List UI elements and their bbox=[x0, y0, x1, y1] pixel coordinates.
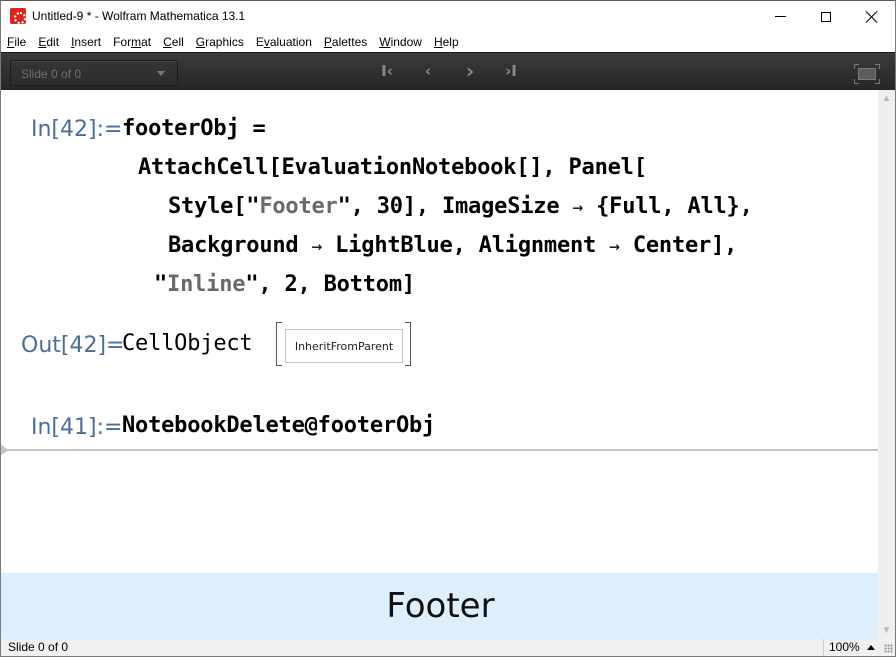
menu-label: ile bbox=[14, 35, 27, 49]
cell-object-box[interactable]: InheritFromParent bbox=[285, 329, 403, 363]
chevron-left-icon: ‹ bbox=[424, 62, 432, 80]
cell-insertion-line[interactable] bbox=[7, 449, 878, 451]
resize-grip-icon[interactable] bbox=[884, 644, 893, 653]
input-cell-42-line-3[interactable]: Style["Footer", 30], ImageSize → {Full, … bbox=[168, 194, 753, 219]
input-cell-42-line-1[interactable]: footerObj = bbox=[122, 116, 266, 141]
close-button[interactable] bbox=[849, 1, 895, 32]
left-bracket bbox=[276, 322, 282, 366]
menu-graphics[interactable]: Graphics bbox=[196, 35, 244, 49]
menu-label: nsert bbox=[74, 35, 102, 49]
menu-label: raphics bbox=[205, 35, 244, 49]
input-cell-42-line-2[interactable]: AttachCell[EvaluationNotebook[], Panel[ bbox=[138, 155, 647, 180]
menu-label: at bbox=[141, 35, 152, 49]
title-bar: Untitled-9 * - Wolfram Mathematica 13.1 bbox=[1, 1, 895, 32]
chevron-right-icon: › bbox=[465, 59, 475, 83]
menu-label: alettes bbox=[331, 35, 368, 49]
status-divider bbox=[823, 639, 824, 656]
minimize-icon bbox=[774, 16, 786, 17]
previous-slide-button[interactable]: ‹ bbox=[417, 60, 439, 82]
minimize-button[interactable] bbox=[757, 1, 803, 32]
menu-mnemonic: P bbox=[323, 35, 332, 49]
chevron-down-icon bbox=[157, 71, 165, 76]
menu-label: aluation bbox=[269, 35, 312, 49]
menu-label: For bbox=[113, 35, 132, 49]
first-slide-button[interactable]: I‹ bbox=[376, 60, 398, 82]
output-cell-object-head[interactable]: CellObject bbox=[122, 331, 253, 356]
right-bracket bbox=[405, 322, 411, 366]
last-slide-button[interactable]: ›I bbox=[500, 60, 522, 82]
footer-text: Footer bbox=[386, 586, 495, 626]
scroll-down-icon[interactable]: ▼ bbox=[878, 622, 895, 639]
scroll-up-icon[interactable]: ▲ bbox=[878, 90, 895, 107]
menu-evaluation[interactable]: Evaluation bbox=[256, 35, 312, 49]
menu-label: elp bbox=[442, 35, 459, 49]
status-slide-text: Slide 0 of 0 bbox=[8, 640, 69, 654]
wolfram-spikey-icon bbox=[10, 8, 26, 24]
fullscreen-button[interactable] bbox=[854, 64, 880, 84]
menu-mnemonic: W bbox=[379, 35, 391, 49]
menu-mnemonic: H bbox=[433, 35, 443, 49]
slide-selector-dropdown[interactable]: Slide 0 of 0 bbox=[10, 60, 178, 86]
next-slide-button[interactable]: › bbox=[459, 60, 481, 82]
input-cell-42-line-4[interactable]: Background → LightBlue, Alignment → Cent… bbox=[168, 233, 737, 258]
menu-mnemonic: G bbox=[195, 35, 206, 49]
menu-label: ell bbox=[171, 35, 184, 49]
menu-bar: File Edit Insert Format Cell Graphics Ev… bbox=[1, 32, 895, 52]
first-slide-icon: I‹ bbox=[381, 62, 393, 80]
vertical-scrollbar[interactable]: ▲ ▼ bbox=[878, 90, 895, 639]
status-bar: Slide 0 of 0 100% bbox=[1, 639, 895, 656]
zoom-level[interactable]: 100% bbox=[829, 640, 860, 654]
menu-window[interactable]: Window bbox=[379, 35, 422, 49]
maximize-icon bbox=[821, 11, 831, 22]
menu-file[interactable]: File bbox=[7, 35, 26, 49]
menu-format[interactable]: Format bbox=[113, 35, 151, 49]
menu-mnemonic: m bbox=[131, 35, 142, 49]
slideshow-toolbar: Slide 0 of 0 I‹ ‹ › ›I bbox=[1, 52, 895, 90]
menu-insert[interactable]: Insert bbox=[71, 35, 101, 49]
maximize-button[interactable] bbox=[803, 1, 849, 32]
input-label-41: In[41]:= bbox=[31, 415, 123, 440]
mathematica-window: Untitled-9 * - Wolfram Mathematica 13.1 … bbox=[0, 0, 896, 657]
slide-selector-label: Slide 0 of 0 bbox=[21, 67, 82, 81]
menu-cell[interactable]: Cell bbox=[163, 35, 184, 49]
output-label-42: Out[42]= bbox=[21, 333, 125, 358]
menu-label: indow bbox=[390, 35, 422, 49]
zoom-menu-arrow-icon[interactable] bbox=[867, 645, 875, 650]
last-slide-icon: ›I bbox=[505, 62, 517, 80]
close-icon bbox=[866, 11, 878, 23]
menu-label: E bbox=[255, 35, 264, 49]
attached-footer-panel: Footer bbox=[1, 573, 878, 639]
notebook-content[interactable]: In[42]:= footerObj = AttachCell[Evaluati… bbox=[1, 90, 878, 639]
menu-edit[interactable]: Edit bbox=[38, 35, 59, 49]
input-label-42: In[42]:= bbox=[31, 117, 123, 142]
menu-label: dit bbox=[46, 35, 60, 49]
input-cell-42-line-5[interactable]: "Inline", 2, Bottom] bbox=[154, 272, 415, 297]
window-title: Untitled-9 * - Wolfram Mathematica 13.1 bbox=[32, 9, 246, 23]
menu-help[interactable]: Help bbox=[434, 35, 459, 49]
menu-mnemonic: C bbox=[163, 35, 172, 49]
input-cell-41[interactable]: NotebookDelete@footerObj bbox=[122, 413, 435, 438]
menu-palettes[interactable]: Palettes bbox=[324, 35, 367, 49]
